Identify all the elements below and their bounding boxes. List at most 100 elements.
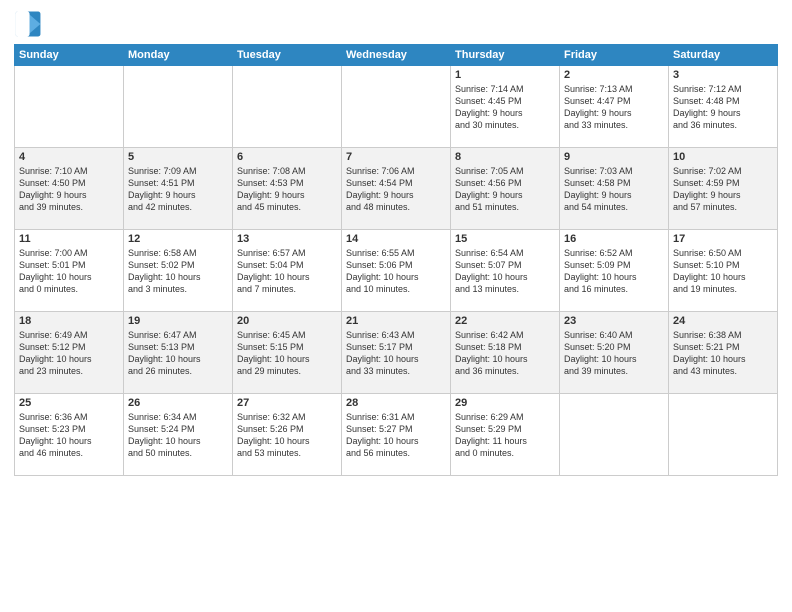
day-number: 18 bbox=[19, 315, 119, 327]
calendar-cell: 11Sunrise: 7:00 AM Sunset: 5:01 PM Dayli… bbox=[15, 230, 124, 312]
cell-info: Sunrise: 6:47 AM Sunset: 5:13 PM Dayligh… bbox=[128, 329, 228, 378]
cell-info: Sunrise: 6:52 AM Sunset: 5:09 PM Dayligh… bbox=[564, 247, 664, 296]
calendar-week-row: 18 Sunrise: 6:49 AM Sunset: 5:12 PM Dayli… bbox=[15, 312, 778, 394]
calendar-cell: 24 Sunrise: 6:38 AM Sunset: 5:21 PM Dayli… bbox=[669, 312, 778, 394]
day-number: 3 bbox=[673, 69, 773, 81]
calendar-cell: 17 Sunrise: 6:50 AM Sunset: 5:10 PM Dayli… bbox=[669, 230, 778, 312]
day-number: 6 bbox=[237, 151, 337, 163]
cell-info: Sunrise: 6:29 AM Sunset: 5:29 PM Dayligh… bbox=[455, 411, 555, 460]
days-header-row: Sunday Monday Tuesday Wednesday Thursday… bbox=[15, 45, 778, 66]
day-number: 29 bbox=[455, 397, 555, 409]
calendar-cell: 1Sunrise: 7:14 AM Sunset: 4:45 PM Daylig… bbox=[451, 66, 560, 148]
header-monday: Monday bbox=[124, 45, 233, 66]
calendar-cell: 3Sunrise: 7:12 AM Sunset: 4:48 PM Daylig… bbox=[669, 66, 778, 148]
calendar-cell: 8Sunrise: 7:05 AM Sunset: 4:56 PM Daylig… bbox=[451, 148, 560, 230]
calendar-cell: 22 Sunrise: 6:42 AM Sunset: 5:18 PM Dayli… bbox=[451, 312, 560, 394]
cell-info: Sunrise: 6:40 AM Sunset: 5:20 PM Dayligh… bbox=[564, 329, 664, 378]
cell-info: Sunrise: 6:38 AM Sunset: 5:21 PM Dayligh… bbox=[673, 329, 773, 378]
header-thursday: Thursday bbox=[451, 45, 560, 66]
day-number: 26 bbox=[128, 397, 228, 409]
calendar-table: Sunday Monday Tuesday Wednesday Thursday… bbox=[14, 44, 778, 476]
cell-info: Sunrise: 6:32 AM Sunset: 5:26 PM Dayligh… bbox=[237, 411, 337, 460]
cell-info: Sunrise: 7:00 AM Sunset: 5:01 PM Dayligh… bbox=[19, 247, 119, 296]
day-number: 7 bbox=[346, 151, 446, 163]
day-number: 22 bbox=[455, 315, 555, 327]
header-tuesday: Tuesday bbox=[233, 45, 342, 66]
cell-info: Sunrise: 7:02 AM Sunset: 4:59 PM Dayligh… bbox=[673, 165, 773, 214]
calendar-cell: 18 Sunrise: 6:49 AM Sunset: 5:12 PM Dayli… bbox=[15, 312, 124, 394]
cell-info: Sunrise: 7:08 AM Sunset: 4:53 PM Dayligh… bbox=[237, 165, 337, 214]
logo-icon bbox=[14, 10, 42, 38]
calendar-cell: 2Sunrise: 7:13 AM Sunset: 4:47 PM Daylig… bbox=[560, 66, 669, 148]
day-number: 1 bbox=[455, 69, 555, 81]
calendar-cell: 9 Sunrise: 7:03 AM Sunset: 4:58 PM Daylig… bbox=[560, 148, 669, 230]
calendar-cell: 29 Sunrise: 6:29 AM Sunset: 5:29 PM Dayli… bbox=[451, 394, 560, 476]
cell-info: Sunrise: 6:43 AM Sunset: 5:17 PM Dayligh… bbox=[346, 329, 446, 378]
calendar-cell: 7 Sunrise: 7:06 AM Sunset: 4:54 PM Daylig… bbox=[342, 148, 451, 230]
calendar-cell: 20 Sunrise: 6:45 AM Sunset: 5:15 PM Dayli… bbox=[233, 312, 342, 394]
header-friday: Friday bbox=[560, 45, 669, 66]
calendar-cell bbox=[342, 66, 451, 148]
day-number: 17 bbox=[673, 233, 773, 245]
calendar-cell: 14 Sunrise: 6:55 AM Sunset: 5:06 PM Dayli… bbox=[342, 230, 451, 312]
header-saturday: Saturday bbox=[669, 45, 778, 66]
day-number: 23 bbox=[564, 315, 664, 327]
day-number: 15 bbox=[455, 233, 555, 245]
cell-info: Sunrise: 6:50 AM Sunset: 5:10 PM Dayligh… bbox=[673, 247, 773, 296]
cell-info: Sunrise: 6:55 AM Sunset: 5:06 PM Dayligh… bbox=[346, 247, 446, 296]
cell-info: Sunrise: 6:31 AM Sunset: 5:27 PM Dayligh… bbox=[346, 411, 446, 460]
calendar-cell: 27Sunrise: 6:32 AM Sunset: 5:26 PM Dayli… bbox=[233, 394, 342, 476]
calendar-cell: 10 Sunrise: 7:02 AM Sunset: 4:59 PM Dayli… bbox=[669, 148, 778, 230]
day-number: 4 bbox=[19, 151, 119, 163]
cell-info: Sunrise: 6:42 AM Sunset: 5:18 PM Dayligh… bbox=[455, 329, 555, 378]
cell-info: Sunrise: 7:05 AM Sunset: 4:56 PM Dayligh… bbox=[455, 165, 555, 214]
calendar-cell bbox=[560, 394, 669, 476]
cell-info: Sunrise: 6:57 AM Sunset: 5:04 PM Dayligh… bbox=[237, 247, 337, 296]
calendar-cell: 21 Sunrise: 6:43 AM Sunset: 5:17 PM Dayli… bbox=[342, 312, 451, 394]
cell-info: Sunrise: 6:45 AM Sunset: 5:15 PM Dayligh… bbox=[237, 329, 337, 378]
day-number: 12 bbox=[128, 233, 228, 245]
calendar-week-row: 25Sunrise: 6:36 AM Sunset: 5:23 PM Dayli… bbox=[15, 394, 778, 476]
page: Sunday Monday Tuesday Wednesday Thursday… bbox=[0, 0, 792, 612]
calendar-cell: 25Sunrise: 6:36 AM Sunset: 5:23 PM Dayli… bbox=[15, 394, 124, 476]
cell-info: Sunrise: 6:49 AM Sunset: 5:12 PM Dayligh… bbox=[19, 329, 119, 378]
header bbox=[14, 10, 778, 38]
day-number: 9 bbox=[564, 151, 664, 163]
cell-info: Sunrise: 6:36 AM Sunset: 5:23 PM Dayligh… bbox=[19, 411, 119, 460]
day-number: 5 bbox=[128, 151, 228, 163]
header-wednesday: Wednesday bbox=[342, 45, 451, 66]
calendar-cell: 19 Sunrise: 6:47 AM Sunset: 5:13 PM Dayli… bbox=[124, 312, 233, 394]
calendar-cell bbox=[124, 66, 233, 148]
day-number: 13 bbox=[237, 233, 337, 245]
cell-info: Sunrise: 6:54 AM Sunset: 5:07 PM Dayligh… bbox=[455, 247, 555, 296]
calendar-cell: 12 Sunrise: 6:58 AM Sunset: 5:02 PM Dayli… bbox=[124, 230, 233, 312]
cell-info: Sunrise: 6:34 AM Sunset: 5:24 PM Dayligh… bbox=[128, 411, 228, 460]
calendar-week-row: 1Sunrise: 7:14 AM Sunset: 4:45 PM Daylig… bbox=[15, 66, 778, 148]
day-number: 20 bbox=[237, 315, 337, 327]
cell-info: Sunrise: 7:09 AM Sunset: 4:51 PM Dayligh… bbox=[128, 165, 228, 214]
cell-info: Sunrise: 7:10 AM Sunset: 4:50 PM Dayligh… bbox=[19, 165, 119, 214]
calendar-cell: 13 Sunrise: 6:57 AM Sunset: 5:04 PM Dayli… bbox=[233, 230, 342, 312]
calendar-cell bbox=[15, 66, 124, 148]
calendar-week-row: 4 Sunrise: 7:10 AM Sunset: 4:50 PM Daylig… bbox=[15, 148, 778, 230]
calendar-cell: 26 Sunrise: 6:34 AM Sunset: 5:24 PM Dayli… bbox=[124, 394, 233, 476]
cell-info: Sunrise: 6:58 AM Sunset: 5:02 PM Dayligh… bbox=[128, 247, 228, 296]
calendar-cell: 15 Sunrise: 6:54 AM Sunset: 5:07 PM Dayli… bbox=[451, 230, 560, 312]
day-number: 2 bbox=[564, 69, 664, 81]
day-number: 21 bbox=[346, 315, 446, 327]
calendar-cell bbox=[669, 394, 778, 476]
cell-info: Sunrise: 7:03 AM Sunset: 4:58 PM Dayligh… bbox=[564, 165, 664, 214]
calendar-cell: 16 Sunrise: 6:52 AM Sunset: 5:09 PM Dayli… bbox=[560, 230, 669, 312]
day-number: 16 bbox=[564, 233, 664, 245]
day-number: 14 bbox=[346, 233, 446, 245]
logo bbox=[14, 10, 46, 38]
day-number: 19 bbox=[128, 315, 228, 327]
calendar-cell bbox=[233, 66, 342, 148]
calendar-week-row: 11Sunrise: 7:00 AM Sunset: 5:01 PM Dayli… bbox=[15, 230, 778, 312]
day-number: 24 bbox=[673, 315, 773, 327]
calendar-cell: 28 Sunrise: 6:31 AM Sunset: 5:27 PM Dayli… bbox=[342, 394, 451, 476]
cell-info: Sunrise: 7:06 AM Sunset: 4:54 PM Dayligh… bbox=[346, 165, 446, 214]
day-number: 28 bbox=[346, 397, 446, 409]
header-sunday: Sunday bbox=[15, 45, 124, 66]
day-number: 10 bbox=[673, 151, 773, 163]
